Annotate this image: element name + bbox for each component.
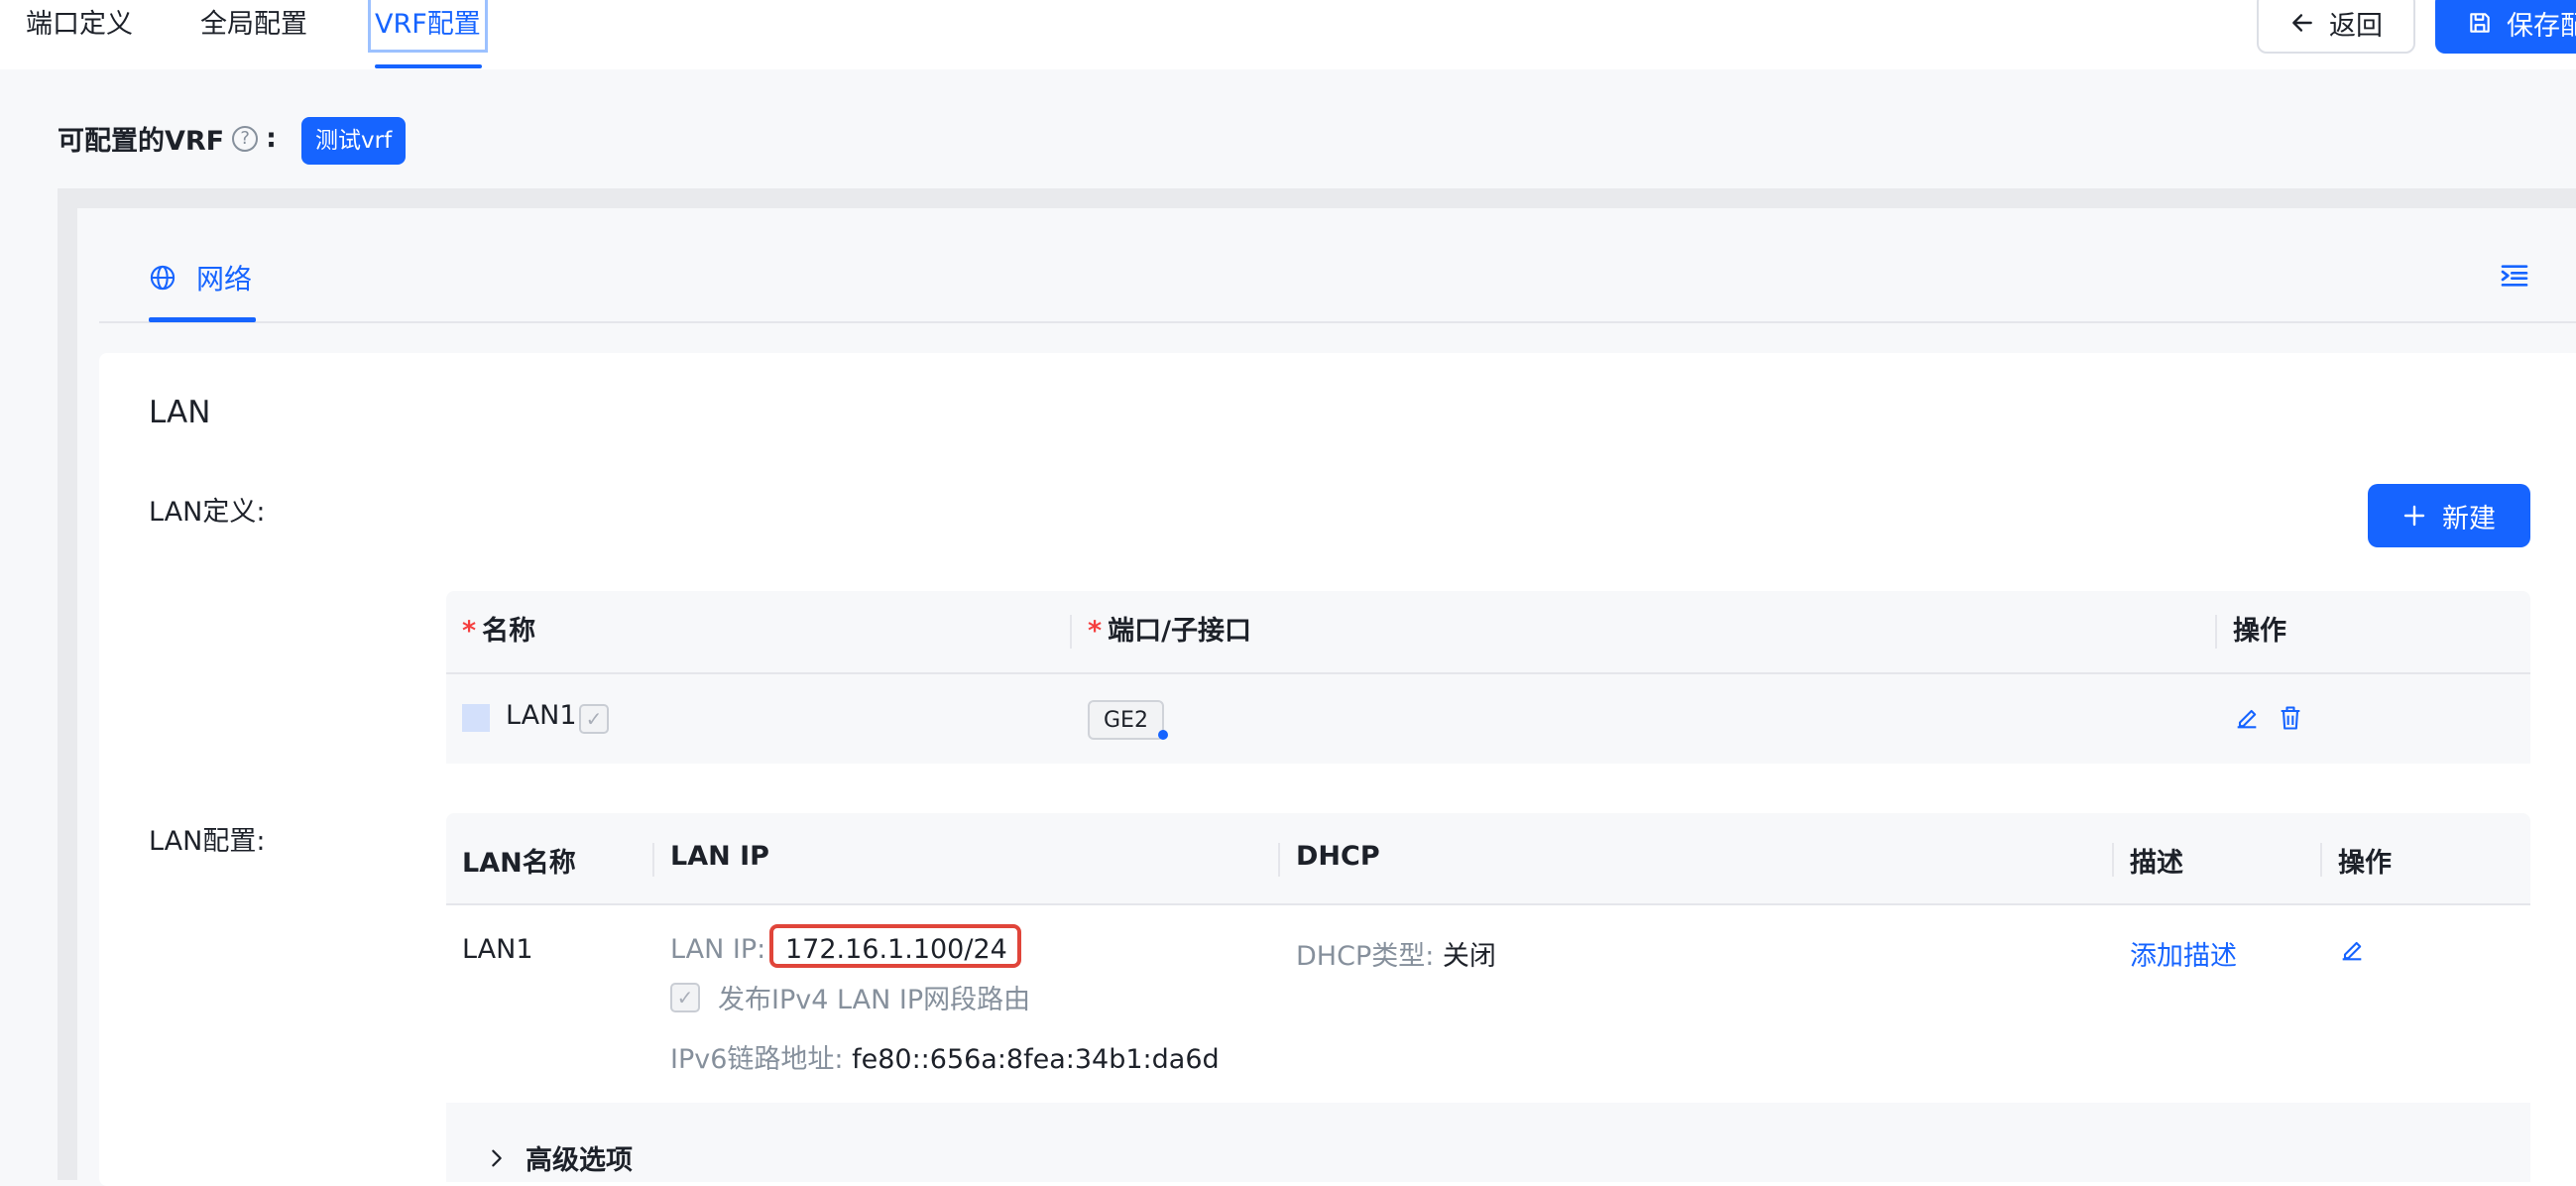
add-description-link[interactable]: 添加描述	[2130, 934, 2237, 973]
back-button[interactable]: 返回	[2257, 0, 2415, 54]
ipv6-value: fe80::656a:8fea:34b1:da6d	[852, 1044, 1220, 1075]
th-action: 操作	[2338, 848, 2392, 879]
new-button-label: 新建	[2442, 503, 2496, 534]
ipv6-label: IPv6链路地址:	[670, 1044, 844, 1075]
back-button-label: 返回	[2329, 10, 2383, 42]
column-separator	[1070, 615, 1072, 649]
th-dhcp: DHCP	[1296, 841, 1380, 872]
tab-divider	[99, 321, 2576, 323]
vrf-tag[interactable]: 测试vrf	[301, 117, 407, 165]
th-port: * 端口/子接口	[1088, 616, 1251, 647]
help-icon[interactable]: ?	[232, 125, 259, 152]
vrf-label: 可配置的VRF ? :	[58, 119, 277, 158]
advanced-options-toggle[interactable]: 高级选项	[486, 1138, 633, 1177]
th-lan-name: LAN名称	[462, 848, 576, 879]
column-separator	[1278, 843, 1280, 877]
column-separator	[2112, 843, 2114, 877]
check-icon: ✓	[579, 704, 609, 734]
publish-route-label: 发布IPv4 LAN IP网段路由	[718, 985, 1031, 1015]
ipv6-row: IPv6链路地址: fe80::656a:8fea:34b1:da6d	[670, 1037, 1220, 1076]
column-separator	[2320, 843, 2322, 877]
tab-global-config[interactable]: 全局配置	[200, 0, 307, 50]
header-border	[446, 903, 2530, 905]
save-icon	[2470, 13, 2490, 33]
save-button[interactable]: 保存配	[2435, 0, 2576, 54]
network-tab-indicator	[149, 317, 256, 322]
lan-def-table-header	[446, 591, 2530, 672]
status-dot	[1158, 730, 1168, 740]
save-button-label: 保存配	[2507, 10, 2576, 42]
active-tab-indicator	[375, 64, 482, 68]
dhcp-type-label: DHCP类型:	[1296, 941, 1435, 972]
tab-network[interactable]: 网络	[149, 258, 252, 297]
lan-config-label: LAN配置:	[149, 826, 266, 857]
edit-icon[interactable]	[2338, 936, 2366, 968]
plus-icon	[2403, 505, 2425, 527]
lan-card	[99, 353, 2576, 1186]
arrow-left-icon	[2292, 14, 2312, 32]
vrf-label-colon: :	[266, 123, 277, 154]
th-lan-ip: LAN IP	[670, 841, 769, 872]
advanced-options-bar	[446, 1103, 2530, 1182]
lan-ip-label: LAN IP:	[670, 934, 766, 965]
port-tag: GE2	[1088, 700, 1164, 740]
tab-port-definition[interactable]: 端口定义	[26, 0, 133, 50]
indent-icon[interactable]	[2499, 260, 2530, 296]
highlight-box	[769, 924, 1021, 968]
new-button[interactable]: 新建	[2368, 484, 2530, 547]
th-action: 操作	[2233, 616, 2286, 647]
edit-icon[interactable]	[2233, 704, 2261, 736]
column-separator	[2215, 615, 2217, 649]
lan-name-cell: LAN1	[462, 934, 533, 965]
color-swatch	[462, 704, 490, 732]
tab-vrf-config[interactable]: VRF配置	[368, 0, 488, 53]
globe-icon	[150, 265, 176, 291]
dhcp-cell: DHCP类型: 关闭	[1296, 934, 1496, 973]
lan-definition-label: LAN定义:	[149, 497, 266, 528]
publish-route-checkbox: ✓ 发布IPv4 LAN IP网段路由	[670, 978, 1030, 1016]
th-description: 描述	[2130, 848, 2183, 879]
dhcp-type-value: 关闭	[1442, 941, 1496, 972]
tab-network-label: 网络	[196, 263, 253, 296]
lan-name-cell: LAN1	[506, 700, 577, 731]
delete-icon[interactable]	[2277, 704, 2304, 736]
th-name: * 名称	[462, 616, 536, 647]
column-separator	[652, 843, 654, 877]
chevron-right-icon	[492, 1149, 502, 1166]
vrf-label-text: 可配置的VRF	[58, 126, 225, 157]
table-row	[446, 672, 2530, 764]
check-icon: ✓	[670, 982, 700, 1012]
advanced-options-label: 高级选项	[526, 1145, 633, 1176]
lan-section-title: LAN	[149, 395, 211, 430]
